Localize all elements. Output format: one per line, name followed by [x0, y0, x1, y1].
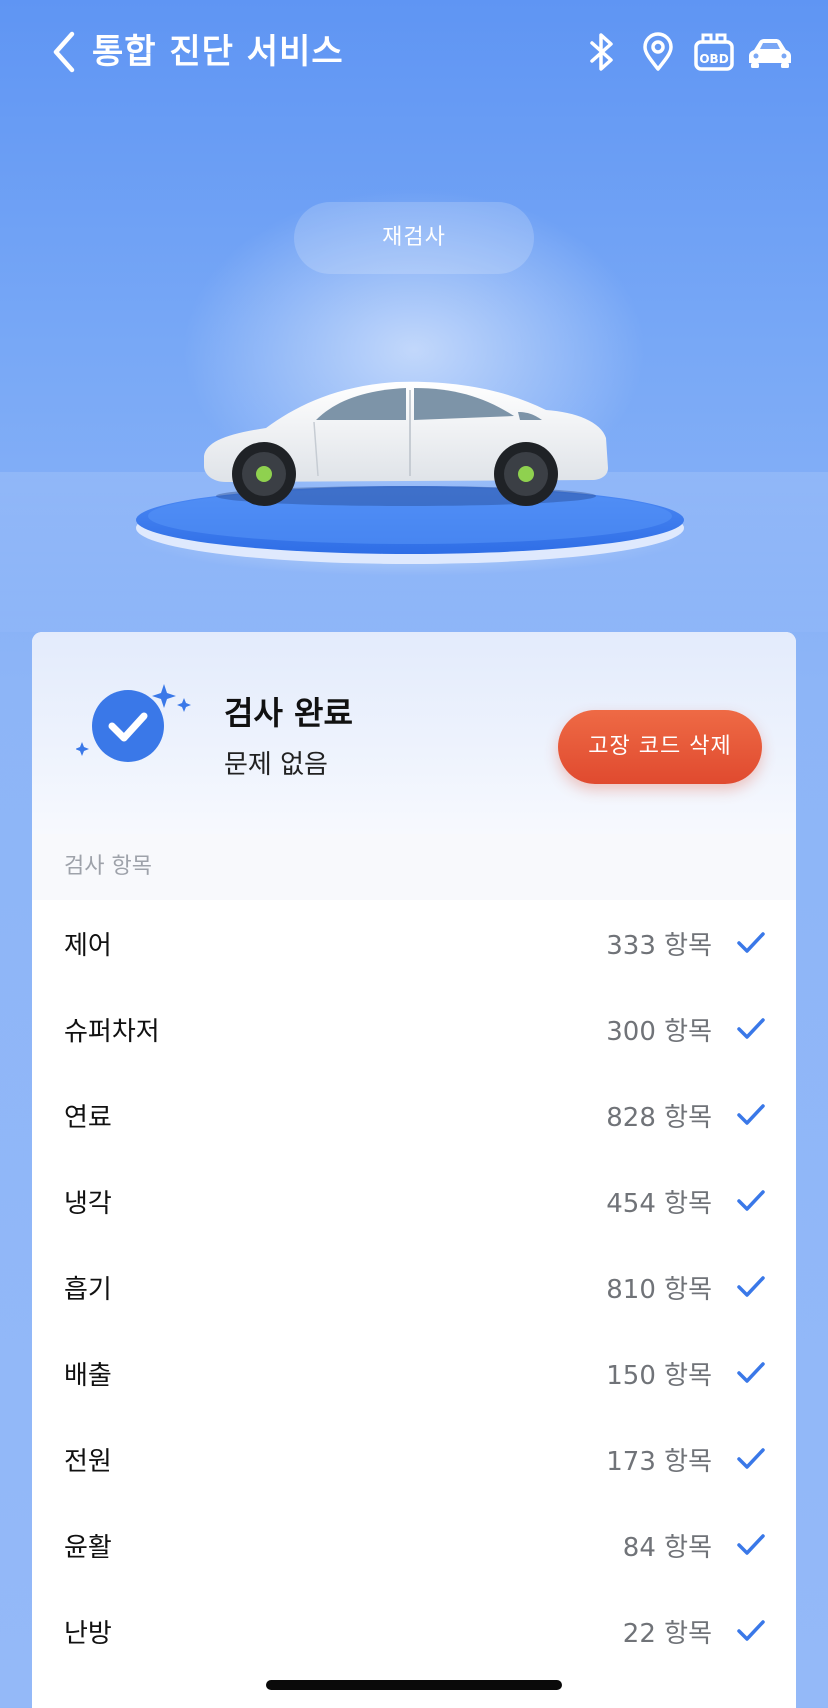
back-button[interactable]: [44, 28, 84, 76]
status-title: 검사 완료: [224, 694, 353, 732]
item-name: 난방: [64, 1618, 112, 1649]
bluetooth-button[interactable]: [574, 30, 630, 74]
car-icon: [749, 39, 791, 68]
check-icon: [737, 1018, 765, 1039]
check-icon: [737, 1620, 765, 1641]
result-card: 검사 완료 문제 없음 고장 코드 삭제 검사 항목 제어 333 항목슈퍼차저 3…: [32, 632, 796, 1708]
item-name: 제어: [64, 930, 112, 961]
list-item[interactable]: 냉각 454 항목: [32, 1158, 796, 1244]
back-chevron-icon: [53, 31, 75, 73]
check-icon: [737, 1362, 765, 1383]
status-subtitle: 문제 없음: [224, 750, 328, 780]
check-badge-icon: [76, 684, 191, 762]
obd-label: OBD: [699, 52, 728, 66]
item-count: 828 항목: [606, 1102, 712, 1133]
item-count: 454 항목: [606, 1188, 712, 1219]
item-count: 810 항목: [606, 1274, 712, 1305]
item-count: 150 항목: [606, 1360, 712, 1391]
location-button[interactable]: [630, 30, 686, 74]
list-item[interactable]: 연료 828 항목: [32, 1072, 796, 1158]
obd-icon: OBD: [694, 33, 734, 71]
item-count: 173 항목: [606, 1446, 712, 1477]
list-item[interactable]: 흡기 810 항목: [32, 1244, 796, 1330]
item-name: 냉각: [64, 1188, 112, 1219]
bluetooth-icon: [590, 33, 613, 71]
recheck-button[interactable]: 재검사: [294, 202, 534, 274]
toolbar-icons: OBD: [574, 30, 798, 74]
inspection-list: 제어 333 항목슈퍼차저 300 항목연료 828 항목냉각 454 항목흡기 810 …: [32, 900, 796, 1674]
item-name: 윤활: [64, 1532, 112, 1563]
item-name: 전원: [64, 1446, 112, 1477]
result-header: 검사 완료 문제 없음 고장 코드 삭제: [32, 632, 796, 834]
check-icon: [737, 932, 765, 953]
page-title: 통합 진단 서비스: [92, 32, 344, 72]
check-icon: [737, 1276, 765, 1297]
item-count: 84 항목: [622, 1532, 712, 1563]
list-item[interactable]: 전원 173 항목: [32, 1416, 796, 1502]
check-icon: [737, 1190, 765, 1211]
item-name: 배출: [64, 1360, 112, 1391]
car-illustration: [204, 381, 608, 506]
check-icon: [737, 1534, 765, 1555]
clear-fault-codes-button[interactable]: 고장 코드 삭제: [558, 710, 762, 784]
item-name: 연료: [64, 1102, 112, 1133]
list-item[interactable]: 난방 22 항목: [32, 1588, 796, 1674]
item-name: 흡기: [64, 1274, 112, 1305]
list-item[interactable]: 제어 333 항목: [32, 900, 796, 986]
item-count: 333 항목: [606, 930, 712, 961]
list-item[interactable]: 윤활 84 항목: [32, 1502, 796, 1588]
location-pin-icon: [643, 32, 673, 71]
check-icon: [737, 1448, 765, 1469]
list-item[interactable]: 배출 150 항목: [32, 1330, 796, 1416]
list-item[interactable]: 슈퍼차저 300 항목: [32, 986, 796, 1072]
item-count: 22 항목: [622, 1618, 712, 1649]
section-label: 검사 항목: [32, 834, 796, 900]
item-count: 300 항목: [606, 1016, 712, 1047]
item-name: 슈퍼차저: [64, 1016, 160, 1047]
top-bar: 통합 진단 서비스 OBD: [0, 20, 828, 84]
obd-button[interactable]: OBD: [686, 30, 742, 74]
vehicle-button[interactable]: [742, 30, 798, 74]
check-icon: [737, 1104, 765, 1125]
home-indicator: [266, 1680, 562, 1690]
